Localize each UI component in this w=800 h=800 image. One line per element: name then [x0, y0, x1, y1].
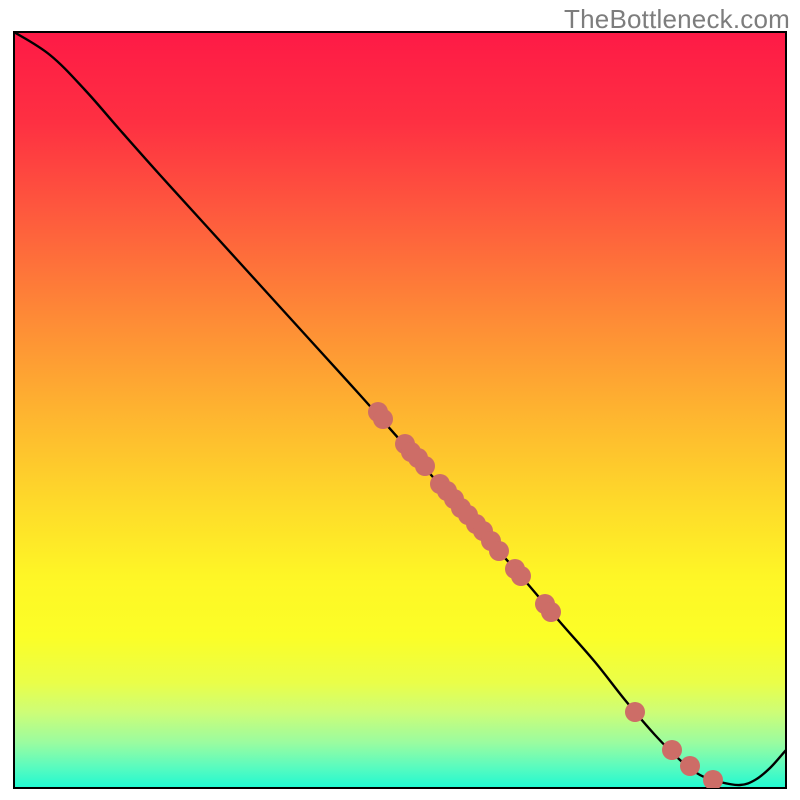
data-marker	[415, 456, 435, 476]
data-marker	[680, 756, 700, 776]
data-marker	[662, 740, 682, 760]
data-marker	[489, 541, 509, 561]
data-marker	[511, 566, 531, 586]
data-marker	[373, 409, 393, 429]
plot-background	[14, 32, 786, 788]
data-marker	[625, 702, 645, 722]
watermark-text: TheBottleneck.com	[564, 4, 790, 35]
chart-svg	[0, 0, 800, 800]
data-marker	[541, 602, 561, 622]
data-marker	[703, 770, 723, 790]
chart-stage: TheBottleneck.com	[0, 0, 800, 800]
